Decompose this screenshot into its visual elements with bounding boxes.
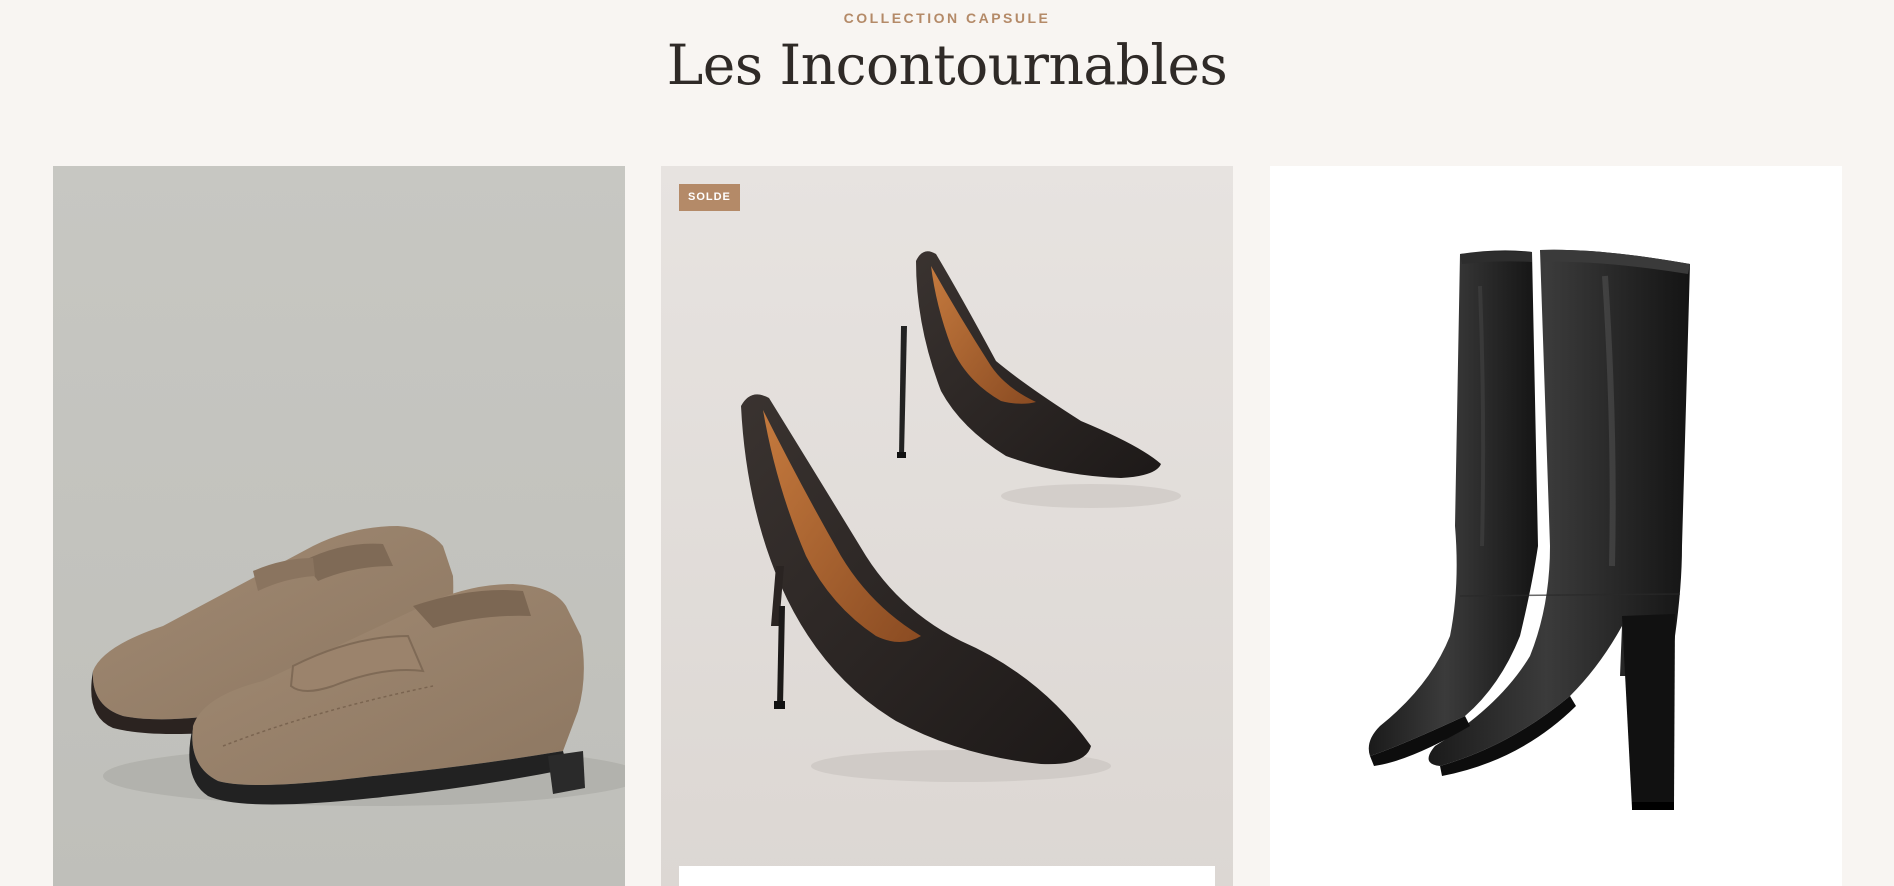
section-eyebrow: COLLECTION CAPSULE (843, 10, 1051, 26)
product-card-pumps[interactable]: SOLDE (661, 166, 1233, 886)
section-title: Les Incontournables (666, 33, 1228, 97)
product-card-boots[interactable] (1270, 166, 1842, 886)
loafer-shoes-image[interactable] (53, 166, 625, 886)
stiletto-pumps-image[interactable] (661, 166, 1233, 886)
sale-badge: SOLDE (679, 184, 740, 211)
product-card-loafers[interactable] (53, 166, 625, 886)
knee-high-boots-image[interactable] (1270, 166, 1842, 886)
quick-add-bar[interactable] (679, 866, 1215, 886)
